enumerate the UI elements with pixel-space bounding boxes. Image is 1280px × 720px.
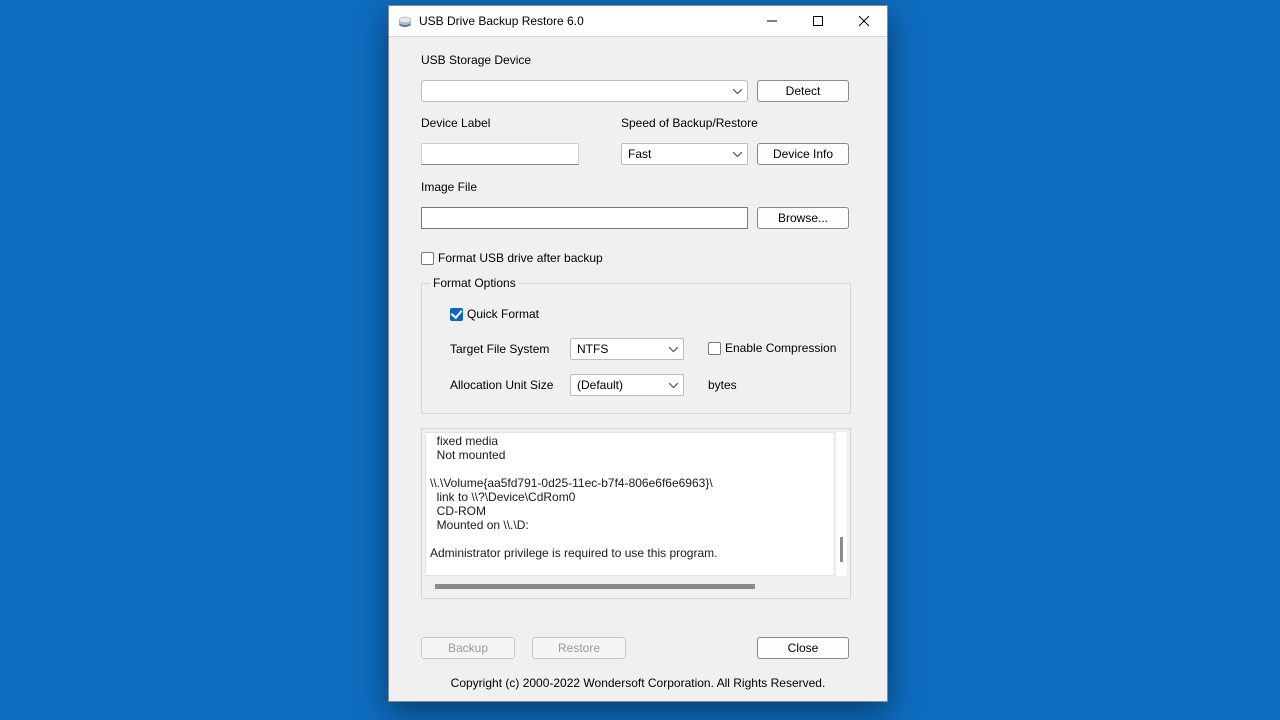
image-file-label: Image File — [421, 180, 477, 194]
quick-format-label: Quick Format — [467, 307, 539, 321]
format-options-legend: Format Options — [430, 276, 519, 290]
device-info-button[interactable]: Device Info — [757, 143, 849, 165]
device-label-input[interactable] — [421, 143, 579, 165]
alloc-unit-size-label: Allocation Unit Size — [450, 378, 553, 392]
bytes-label: bytes — [708, 378, 737, 392]
minimize-button[interactable] — [749, 6, 795, 36]
format-after-backup-label: Format USB drive after backup — [438, 251, 603, 265]
chevron-down-icon — [669, 342, 678, 356]
device-label-label: Device Label — [421, 116, 490, 130]
title-bar[interactable]: USB Drive Backup Restore 6.0 — [389, 6, 887, 37]
app-window: USB Drive Backup Restore 6.0 USB Storage… — [388, 5, 888, 702]
log-text[interactable]: fixed media Not mounted \\.\Volume{aa5fd… — [425, 432, 835, 576]
window-title: USB Drive Backup Restore 6.0 — [419, 14, 584, 28]
enable-compression-label: Enable Compression — [725, 341, 836, 355]
log-vscrollbar[interactable] — [836, 432, 847, 576]
detect-button[interactable]: Detect — [757, 80, 849, 102]
browse-button[interactable]: Browse... — [757, 207, 849, 229]
app-icon — [397, 13, 413, 29]
quick-format-checkbox[interactable] — [450, 308, 463, 321]
close-button[interactable] — [841, 6, 887, 36]
speed-select[interactable]: Fast — [621, 143, 748, 165]
client-area: USB Storage Device Detect Device Label S… — [389, 36, 887, 701]
backup-button[interactable]: Backup — [421, 637, 515, 659]
log-panel: fixed media Not mounted \\.\Volume{aa5fd… — [421, 428, 851, 599]
usb-storage-device-label: USB Storage Device — [421, 53, 531, 67]
alloc-unit-size-value: (Default) — [571, 378, 623, 392]
copyright-text: Copyright (c) 2000-2022 Wondersoft Corpo… — [389, 676, 887, 690]
log-hscrollbar[interactable] — [425, 581, 835, 592]
chevron-down-icon — [733, 147, 742, 161]
maximize-button[interactable] — [795, 6, 841, 36]
chevron-down-icon — [733, 84, 742, 98]
target-fs-select[interactable]: NTFS — [570, 338, 684, 360]
format-options-group: Format Options Quick Format Target File … — [421, 283, 851, 414]
format-after-backup-checkbox[interactable] — [421, 252, 434, 265]
chevron-down-icon — [669, 378, 678, 392]
speed-value: Fast — [622, 147, 651, 161]
target-fs-label: Target File System — [450, 342, 549, 356]
close-app-button[interactable]: Close — [757, 637, 849, 659]
speed-label: Speed of Backup/Restore — [621, 116, 758, 130]
target-fs-value: NTFS — [571, 342, 608, 356]
image-file-input[interactable] — [421, 207, 748, 229]
restore-button[interactable]: Restore — [532, 637, 626, 659]
usb-storage-device-select[interactable] — [421, 80, 748, 102]
enable-compression-checkbox[interactable] — [708, 342, 721, 355]
alloc-unit-size-select[interactable]: (Default) — [570, 374, 684, 396]
